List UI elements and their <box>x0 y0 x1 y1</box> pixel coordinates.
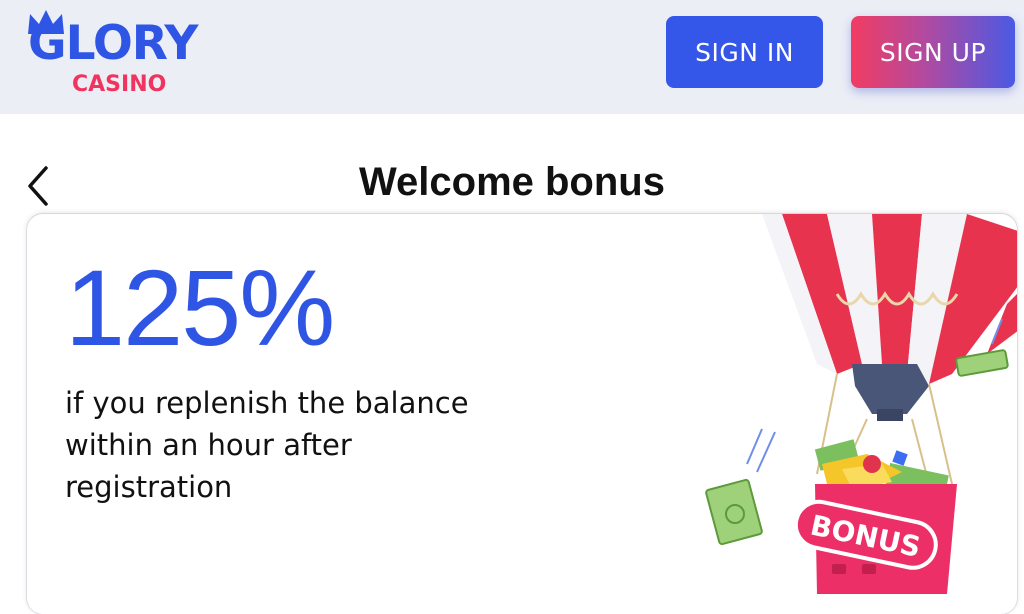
bonus-description: if you replenish the balance within an h… <box>65 386 469 504</box>
top-bar: GLORY CASINO SIGN IN SIGN UP <box>0 0 1024 114</box>
sign-up-label: SIGN UP <box>879 37 987 67</box>
glory-casino-logo[interactable]: GLORY CASINO <box>26 8 226 104</box>
logo-main-text: GLORY <box>28 16 198 71</box>
bonus-card: 125% if you replenish the balance within… <box>27 214 1017 614</box>
page-title: Welcome bonus <box>359 160 665 204</box>
sign-in-label: SIGN IN <box>695 37 794 67</box>
hot-air-balloon-illustration: BONUS <box>705 214 1017 594</box>
sign-up-button[interactable]: SIGN UP <box>851 16 1015 88</box>
cash-left <box>705 478 763 546</box>
logo-sub-text: CASINO <box>72 72 167 97</box>
bonus-percentage: 125% <box>65 247 335 368</box>
sign-in-button[interactable]: SIGN IN <box>666 16 823 88</box>
